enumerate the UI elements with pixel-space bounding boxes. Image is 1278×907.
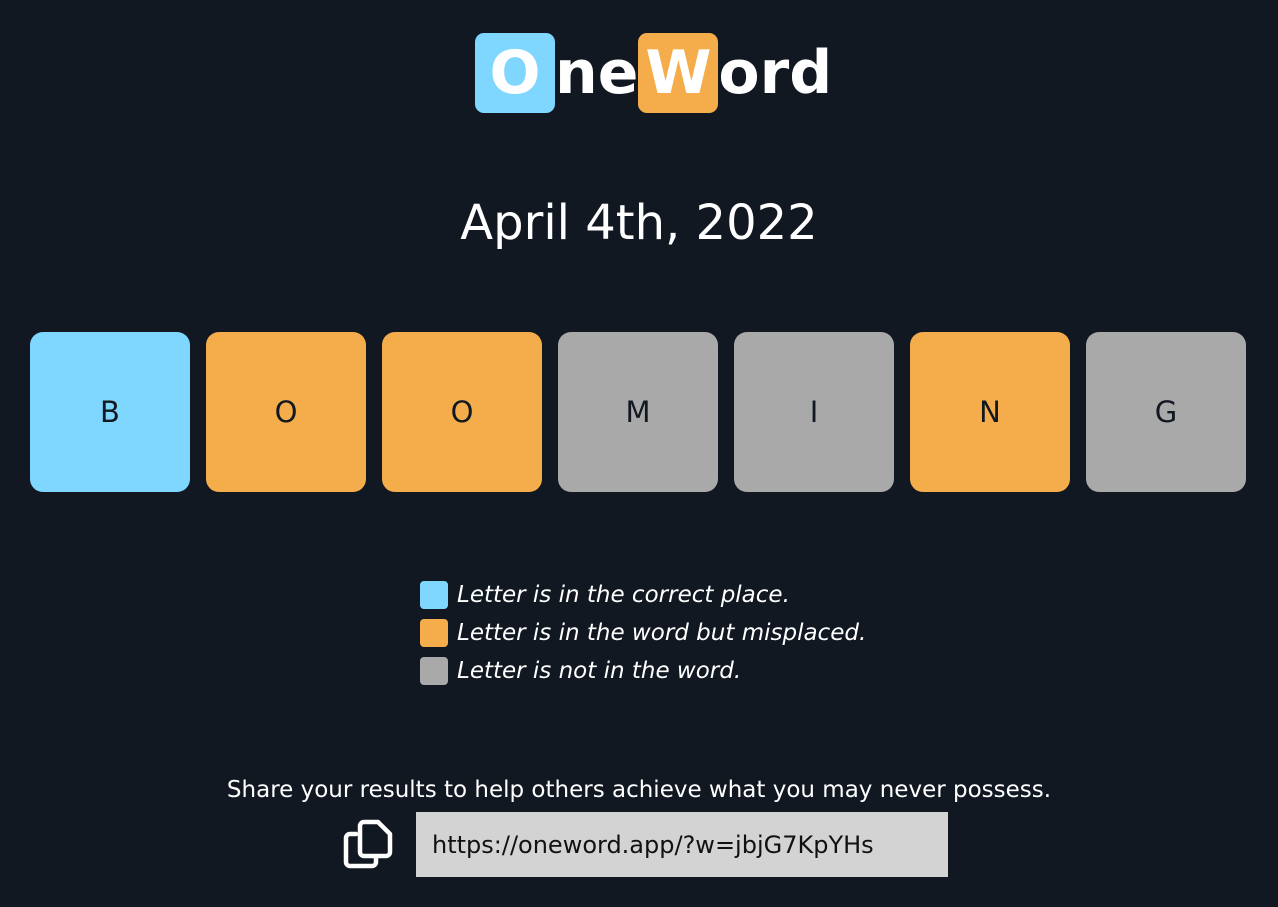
legend-item-correct: Letter is in the correct place. <box>420 581 866 609</box>
logo-highlight-w: W <box>638 33 719 113</box>
copy-icon <box>343 819 393 869</box>
letter-tile: M <box>558 332 718 492</box>
legend-swatch-misplaced <box>420 619 448 647</box>
share-message: Share your results to help others achiev… <box>226 777 1052 803</box>
logo: O ne W ord <box>475 33 832 113</box>
logo-text-ord: ord <box>718 38 833 108</box>
letter-tiles: B O O M I N G <box>30 332 1246 492</box>
legend: Letter is in the correct place. Letter i… <box>420 581 866 695</box>
letter-tile: O <box>206 332 366 492</box>
logo-text-ne: ne <box>555 38 639 108</box>
letter-tile: B <box>30 332 190 492</box>
page: O ne W ord April 4th, 2022 B O O M I N G… <box>0 0 1278 907</box>
letter-tile: O <box>382 332 542 492</box>
legend-label: Letter is not in the word. <box>457 658 742 684</box>
puzzle-date: April 4th, 2022 <box>460 195 818 251</box>
legend-item-absent: Letter is not in the word. <box>420 657 866 685</box>
letter-tile: I <box>734 332 894 492</box>
legend-label: Letter is in the word but misplaced. <box>457 620 867 646</box>
letter-tile: G <box>1086 332 1246 492</box>
legend-swatch-absent <box>420 657 448 685</box>
legend-item-misplaced: Letter is in the word but misplaced. <box>420 619 866 647</box>
letter-tile: N <box>910 332 1070 492</box>
legend-swatch-correct <box>420 581 448 609</box>
logo-highlight-o: O <box>475 33 555 113</box>
copy-button[interactable] <box>342 818 394 870</box>
legend-label: Letter is in the correct place. <box>457 582 790 608</box>
share-url-field[interactable] <box>416 812 948 877</box>
